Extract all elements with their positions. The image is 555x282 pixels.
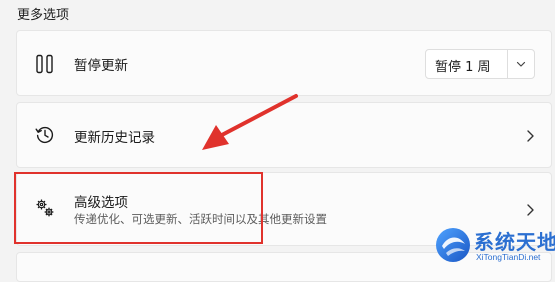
select-divider <box>507 50 508 78</box>
chevron-down-icon[interactable] <box>515 58 527 70</box>
pause-icon <box>36 54 53 74</box>
watermark-logo-icon <box>436 228 470 262</box>
watermark: 系统天地 XiTongTianDi.net <box>430 222 555 268</box>
update-history-label: 更新历史记录 <box>74 130 155 146</box>
chevron-right-icon <box>527 130 534 142</box>
pause-duration-select[interactable]: 暂停 1 周 <box>425 49 535 79</box>
watermark-subtitle: XiTongTianDi.net <box>476 252 541 262</box>
highlight-box <box>14 172 263 244</box>
pause-updates-label: 暂停更新 <box>74 58 128 74</box>
section-title: 更多选项 <box>17 8 70 23</box>
pause-duration-value: 暂停 1 周 <box>435 60 491 75</box>
history-clock-icon <box>35 126 54 144</box>
watermark-title: 系统天地 <box>474 230 555 254</box>
chevron-right-icon <box>527 204 534 216</box>
pause-updates-card: 暂停更新 暂停 1 周 <box>16 30 552 96</box>
annotation-arrow <box>202 94 298 150</box>
